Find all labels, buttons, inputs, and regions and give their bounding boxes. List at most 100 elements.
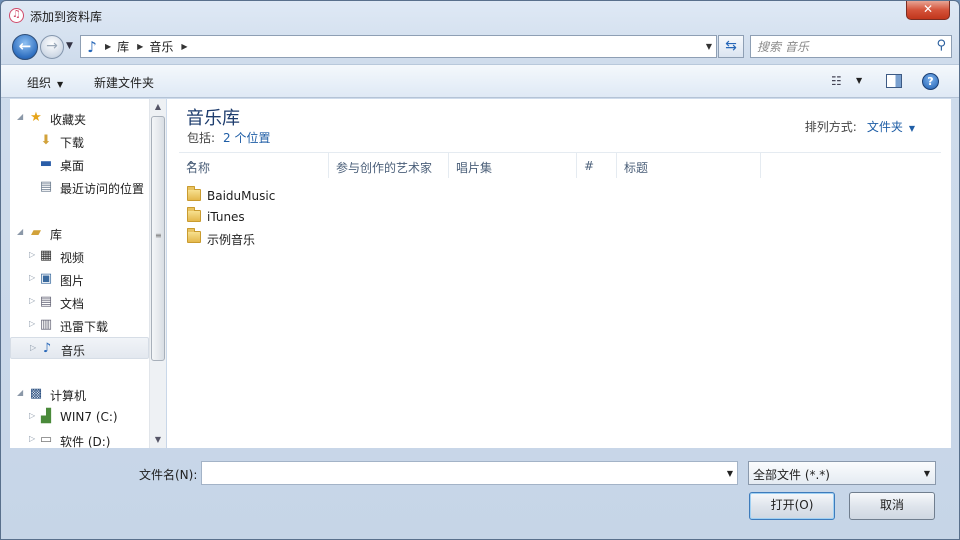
column-header-track-number[interactable]: # [577, 153, 617, 178]
sidebar-item-label: 音乐 [61, 344, 86, 358]
column-header-label: 参与创作的艺术家 [336, 161, 433, 175]
close-button[interactable]: ✕ [906, 1, 950, 20]
view-options-dropdown-icon[interactable]: ▼ [856, 76, 862, 85]
sidebar-item-drive-d[interactable]: ▷ ▭ 软件 (D:) [10, 429, 149, 451]
pictures-icon: ▣ [39, 271, 53, 286]
expand-arrow-icon[interactable]: ▷ [29, 296, 35, 305]
sort-ascending-icon: ^ [186, 159, 197, 173]
sidebar-item-videos[interactable]: ▷ ▦ 视频 [10, 245, 149, 267]
chevron-down-icon[interactable]: ▼ [909, 124, 915, 133]
expand-arrow-icon[interactable]: ▷ [29, 250, 35, 259]
desktop-icon: ▬ [39, 156, 53, 171]
sidebar-item-computer[interactable]: ◢ ▩ 计算机 [10, 383, 149, 405]
scroll-down-arrow-icon[interactable]: ▼ [150, 432, 166, 448]
expand-arrow-icon[interactable]: ▷ [29, 434, 35, 443]
open-button[interactable]: 打开(O) [749, 492, 835, 520]
address-history-dropdown-icon[interactable]: ▼ [706, 42, 712, 51]
breadcrumb-separator-icon[interactable]: ▶ [137, 42, 143, 51]
sidebar-item-label: 视频 [60, 251, 85, 265]
sidebar-item-pictures[interactable]: ▷ ▣ 图片 [10, 268, 149, 290]
file-name: BaiduMusic [207, 189, 276, 203]
music-icon: ♪ [42, 341, 52, 356]
search-input[interactable] [757, 39, 927, 55]
refresh-button[interactable]: ⇆ [718, 35, 744, 58]
sidebar-item-desktop[interactable]: ▬ 桌面 [10, 153, 149, 175]
search-icon[interactable]: ⚲ [936, 38, 946, 53]
navigation-scrollbar[interactable]: ▲ ≡ ▼ [149, 99, 166, 448]
list-item[interactable]: BaiduMusic [186, 186, 486, 206]
scroll-up-arrow-icon[interactable]: ▲ [150, 99, 166, 115]
sidebar-item-label: 收藏夹 [50, 113, 87, 127]
sidebar-item-downloads[interactable]: ⬇ 下载 [10, 130, 149, 152]
sidebar-item-recent-places[interactable]: ▤ 最近访问的位置 [10, 176, 149, 198]
sidebar-item-documents[interactable]: ▷ ▤ 文档 [10, 291, 149, 313]
list-item[interactable]: 示例音乐 [186, 228, 486, 248]
expand-arrow-icon[interactable]: ▷ [29, 411, 35, 420]
arrange-by-dropdown[interactable]: 文件夹 [867, 120, 903, 134]
folder-icon [187, 228, 201, 243]
sidebar-item-label: 桌面 [60, 159, 85, 173]
recent-pages-dropdown-icon[interactable]: ▼ [66, 41, 73, 51]
sidebar-item-music[interactable]: ▷ ♪ 音乐 [10, 337, 149, 359]
sidebar-item-label: 库 [50, 228, 63, 242]
library-title: 音乐库 [186, 108, 240, 129]
sidebar-item-label: 计算机 [50, 389, 87, 403]
file-type-select[interactable]: 全部文件 (*.*) ▼ [748, 461, 936, 485]
cancel-button[interactable]: 取消 [849, 492, 935, 520]
arrange-by: 排列方式: 文件夹 ▼ [805, 118, 915, 135]
grip-icon: ≡ [155, 231, 162, 240]
filename-combobox[interactable]: ▼ [201, 461, 738, 485]
change-view-icon[interactable]: ☷ [831, 74, 842, 88]
breadcrumb-library[interactable]: 库 [117, 38, 129, 55]
organize-button[interactable]: 组织 ▼ [27, 74, 63, 91]
collapse-arrow-icon[interactable]: ◢ [17, 388, 23, 397]
folder-icon [187, 207, 201, 222]
new-folder-button[interactable]: 新建文件夹 [94, 74, 154, 91]
breadcrumb-separator-icon[interactable]: ▶ [181, 42, 187, 51]
star-icon: ★ [30, 110, 42, 125]
chevron-down-icon[interactable]: ▼ [924, 469, 930, 478]
expand-arrow-icon[interactable]: ▷ [30, 343, 36, 352]
itunes-app-icon: ♫ [9, 8, 24, 23]
sidebar-item-label: 迅雷下载 [60, 320, 109, 334]
search-box[interactable]: ⚲ [750, 35, 952, 58]
sidebar-item-libraries[interactable]: ◢ ▰ 库 [10, 222, 149, 244]
forward-button[interactable]: → [40, 35, 64, 59]
list-item[interactable]: iTunes [186, 207, 486, 227]
organize-label: 组织 [27, 76, 52, 90]
breadcrumb-separator-icon[interactable]: ▶ [105, 42, 111, 51]
scrollbar-thumb[interactable]: ≡ [151, 116, 165, 361]
preview-pane-icon[interactable] [886, 74, 902, 88]
back-button[interactable]: ← [12, 34, 38, 60]
download-folder-icon: ⬇ [40, 133, 52, 148]
collapse-arrow-icon[interactable]: ◢ [17, 227, 23, 236]
column-header-title[interactable]: 标题 [617, 153, 761, 178]
column-header-label: 标题 [624, 161, 649, 175]
library-includes: 包括: 2 个位置 [187, 129, 271, 146]
drive-icon: ▭ [39, 432, 53, 447]
breadcrumb-music[interactable]: 音乐 [149, 38, 173, 55]
sidebar-item-thunder-downloads[interactable]: ▷ ▥ 迅雷下载 [10, 314, 149, 336]
sidebar-item-drive-c[interactable]: ▷ ▟ WIN7 (C:) [10, 406, 149, 428]
column-header-row: 名称 ^ 参与创作的艺术家 唱片集 # 标题 [179, 152, 941, 178]
computer-icon: ▩ [29, 386, 43, 401]
chevron-down-icon: ▼ [57, 80, 64, 89]
expand-arrow-icon[interactable]: ▷ [29, 273, 35, 282]
column-header-name[interactable]: 名称 ^ [179, 153, 329, 178]
help-icon[interactable]: ? [922, 73, 939, 90]
address-bar[interactable]: ♪ ▶ 库 ▶ 音乐 ▶ ▼ [80, 35, 717, 58]
filename-dropdown-icon[interactable]: ▼ [727, 469, 733, 478]
thunder-download-icon: ▥ [39, 317, 53, 332]
locations-link[interactable]: 2 个位置 [223, 131, 270, 145]
collapse-arrow-icon[interactable]: ◢ [17, 112, 23, 121]
expand-arrow-icon[interactable]: ▷ [29, 319, 35, 328]
column-header-artist[interactable]: 参与创作的艺术家 [329, 153, 449, 178]
file-name: 示例音乐 [207, 233, 256, 247]
filename-input[interactable] [206, 465, 716, 481]
sidebar-item-label: 文档 [60, 297, 85, 311]
column-header-album[interactable]: 唱片集 [449, 153, 577, 178]
file-list-pane: 音乐库 包括: 2 个位置 排列方式: 文件夹 ▼ 名称 ^ 参与创作的艺术家 唱片集… [167, 99, 951, 448]
add-to-library-dialog: ♫ 添加到资料库 ✕ ← → ▼ ♪ ▶ 库 ▶ 音乐 ▶ ▼ ⇆ ⚲ 组织 ▼ … [0, 0, 960, 540]
system-drive-icon: ▟ [41, 409, 51, 424]
sidebar-item-favorites[interactable]: ◢ ★ 收藏夹 [10, 107, 149, 129]
